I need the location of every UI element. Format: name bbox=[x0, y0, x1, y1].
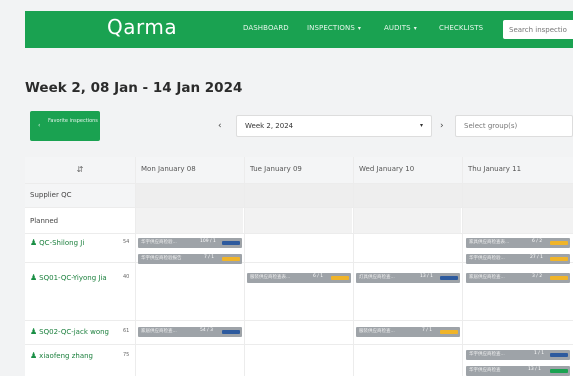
chevron-left-icon: ‹ bbox=[38, 122, 41, 129]
day-header-mon: Mon January 08 bbox=[141, 165, 196, 173]
chevron-down-icon: ▾ bbox=[413, 25, 417, 32]
previous-week-button[interactable]: ‹ bbox=[218, 121, 222, 131]
inspection-chip[interactable]: 服装供应商检查... 7 / 1 bbox=[356, 327, 460, 337]
row-divider bbox=[25, 183, 573, 184]
inspection-chip[interactable]: 服装供应商检查表... 6 / 1 bbox=[247, 273, 351, 283]
week-select-value: Week 2, 2024 bbox=[245, 122, 294, 130]
sort-column-header[interactable]: ⇵ bbox=[25, 157, 135, 183]
inspection-chip[interactable]: 华宇供应商检查... 1 / 1 bbox=[466, 350, 570, 360]
search-input[interactable] bbox=[503, 20, 573, 39]
calendar-grid: ⇵ Mon January 08 Tue January 09 Wed Janu… bbox=[25, 157, 573, 376]
user-count: 61 bbox=[123, 328, 130, 334]
user-link[interactable]: ♟ SQ01-QC-Yiyong Jia bbox=[30, 273, 107, 282]
status-bar bbox=[331, 276, 349, 280]
inspection-chip[interactable]: 家具供应商检查表... 6 / 2 bbox=[466, 238, 570, 248]
sort-icon: ⇵ bbox=[76, 165, 84, 174]
qarma-logo[interactable]: Qarma bbox=[107, 15, 177, 39]
section-row-days bbox=[135, 183, 573, 207]
user-count: 40 bbox=[123, 274, 130, 280]
nav-audits[interactable]: AUDITS ▾ bbox=[384, 24, 417, 32]
top-navbar: Qarma DASHBOARD INSPECTIONS ▾ AUDITS ▾ CHE… bbox=[25, 11, 573, 48]
inspection-chip[interactable]: 华宇供应商检查 13 / 1 bbox=[466, 366, 570, 376]
row-divider bbox=[25, 233, 573, 234]
inspection-chip[interactable]: 华宇供应商检验报告 7 / 1 bbox=[138, 254, 242, 264]
favorite-inspections-button[interactable]: ‹ Favorite inspections bbox=[30, 111, 100, 141]
week-select[interactable]: Week 2, 2024 ▾ bbox=[236, 115, 432, 137]
day-header-thu: Thu January 11 bbox=[468, 165, 522, 173]
chevron-down-icon: ▾ bbox=[419, 122, 423, 129]
status-bar bbox=[222, 241, 240, 245]
inspection-chip[interactable]: 家居供应商检查... 54 / 3 bbox=[138, 327, 242, 337]
day-header-tue: Tue January 09 bbox=[250, 165, 302, 173]
page-title: Week 2, 08 Jan - 14 Jan 2024 bbox=[25, 80, 243, 96]
user-count: 75 bbox=[123, 352, 130, 358]
nav-dashboard[interactable]: DASHBOARD bbox=[243, 24, 289, 32]
row-divider bbox=[25, 207, 573, 208]
user-link[interactable]: ♟ QC-Shilong Ji bbox=[30, 238, 84, 247]
user-icon: ♟ bbox=[30, 238, 38, 247]
user-link[interactable]: ♟ xiaofeng zhang bbox=[30, 351, 93, 360]
next-week-button[interactable]: › bbox=[440, 121, 444, 131]
user-count: 54 bbox=[123, 239, 130, 245]
status-bar bbox=[550, 353, 568, 357]
nav-inspections[interactable]: INSPECTIONS ▾ bbox=[307, 24, 361, 32]
user-icon: ♟ bbox=[30, 351, 38, 360]
group-select-input[interactable] bbox=[455, 115, 573, 137]
row-divider bbox=[25, 320, 573, 321]
user-icon: ♟ bbox=[30, 273, 38, 282]
user-icon: ♟ bbox=[30, 327, 38, 336]
user-link[interactable]: ♟ SQ02-QC-jack wong bbox=[30, 327, 109, 336]
inspection-chip[interactable]: 华宇供应商检验... 27 / 1 bbox=[466, 254, 570, 264]
planned-label: Planned bbox=[30, 217, 59, 225]
status-bar bbox=[550, 257, 568, 261]
inspection-chip[interactable]: 家居供应商检查... 3 / 2 bbox=[466, 273, 570, 283]
inspection-chip[interactable]: 灯具供应商检查... 13 / 1 bbox=[356, 273, 460, 283]
status-bar bbox=[550, 369, 568, 373]
status-bar bbox=[440, 276, 458, 280]
section-label: Supplier QC bbox=[30, 191, 72, 199]
chevron-down-icon: ▾ bbox=[357, 25, 362, 32]
status-bar bbox=[222, 257, 240, 261]
inspection-chip[interactable]: 华宇供应商检验... 109 / 1 bbox=[138, 238, 242, 248]
nav-checklists[interactable]: CHECKLISTS bbox=[439, 24, 483, 32]
day-header-wed: Wed January 10 bbox=[359, 165, 415, 173]
status-bar bbox=[550, 276, 568, 280]
status-bar bbox=[222, 330, 240, 334]
row-divider bbox=[25, 344, 573, 345]
status-bar bbox=[440, 330, 458, 334]
status-bar bbox=[550, 241, 568, 245]
